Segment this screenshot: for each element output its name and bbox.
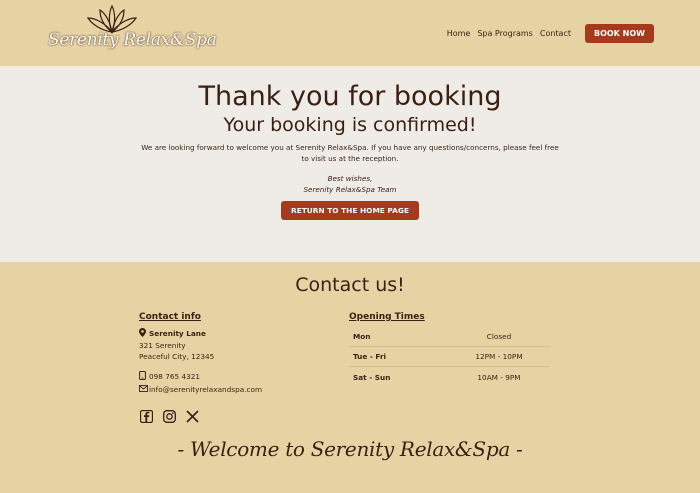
logo-text: Serenity Relax&Spa (48, 30, 217, 50)
contact-title: Contact us! (295, 274, 405, 296)
nav-contact[interactable]: Contact (540, 29, 571, 38)
email-row: info@serenityrelaxandspa.com (139, 384, 339, 395)
phone-row: 098 765 4321 (139, 371, 339, 383)
contact-info-heading: Contact info (139, 312, 201, 322)
welcome-banner: - Welcome to Serenity Relax&Spa - (177, 437, 523, 461)
site-logo[interactable]: Serenity Relax&Spa (44, 4, 217, 60)
x-icon[interactable] (185, 409, 199, 423)
address-name: Serenity Lane (149, 329, 206, 338)
facebook-icon[interactable] (139, 409, 153, 423)
phone-number[interactable]: 098 765 4321 (149, 371, 200, 382)
instagram-icon[interactable] (162, 409, 176, 423)
hours-cell: 12PM - 10PM (475, 352, 523, 361)
opening-times-heading: Opening Times (349, 312, 425, 322)
address-line-1: 321 Serenity (139, 341, 186, 350)
address-block: Serenity Lane (139, 328, 339, 340)
main-nav: Home Spa Programs Contact BOOK NOW (440, 24, 654, 43)
address-line-2: Peaceful City, 12345 (139, 352, 215, 361)
page-subtitle: Your booking is confirmed! (223, 114, 477, 136)
page-title: Thank you for booking (198, 81, 502, 112)
opening-times-table: Mon Closed Tue - Fri 12PM - 10PM Sat - S… (349, 327, 549, 387)
opening-times: Opening Times Mon Closed Tue - Fri 12PM … (349, 312, 549, 387)
signature-line-2: Serenity Relax&Spa Team (303, 185, 397, 194)
signature-line-1: Best wishes, (327, 174, 373, 183)
location-pin-icon (139, 328, 149, 340)
hours-cell: Closed (486, 332, 512, 341)
table-row: Sat - Sun 10AM - 9PM (349, 367, 549, 387)
confirmation-section: Thank you for booking Your booking is co… (0, 66, 700, 262)
envelope-icon (139, 384, 149, 395)
day-cell: Sat - Sun (353, 372, 391, 382)
book-now-button[interactable]: BOOK NOW (584, 24, 654, 43)
social-links (139, 409, 339, 423)
phone-icon (139, 371, 149, 383)
contact-section: Contact us! Contact info Serenity Lane 3… (0, 262, 700, 493)
site-header: Serenity Relax&Spa Home Spa Programs Con… (0, 0, 700, 66)
return-home-button[interactable]: RETURN TO THE HOME PAGE (281, 201, 419, 220)
nav-home[interactable]: Home (447, 29, 471, 38)
day-cell: Tue - Fri (353, 352, 387, 361)
nav-spa-programs[interactable]: Spa Programs (477, 29, 533, 38)
hours-cell: 10AM - 9PM (477, 372, 521, 382)
table-row: Mon Closed (349, 327, 549, 347)
table-row: Tue - Fri 12PM - 10PM (349, 347, 549, 367)
confirmation-message: We are looking forward to welcome you at… (141, 143, 559, 163)
day-cell: Mon (353, 332, 371, 341)
signature: Best wishes, Serenity Relax&Spa Team (0, 173, 700, 195)
email-address[interactable]: info@serenityrelaxandspa.com (149, 384, 262, 395)
contact-info: Contact info Serenity Lane 321 Serenity … (139, 312, 339, 423)
